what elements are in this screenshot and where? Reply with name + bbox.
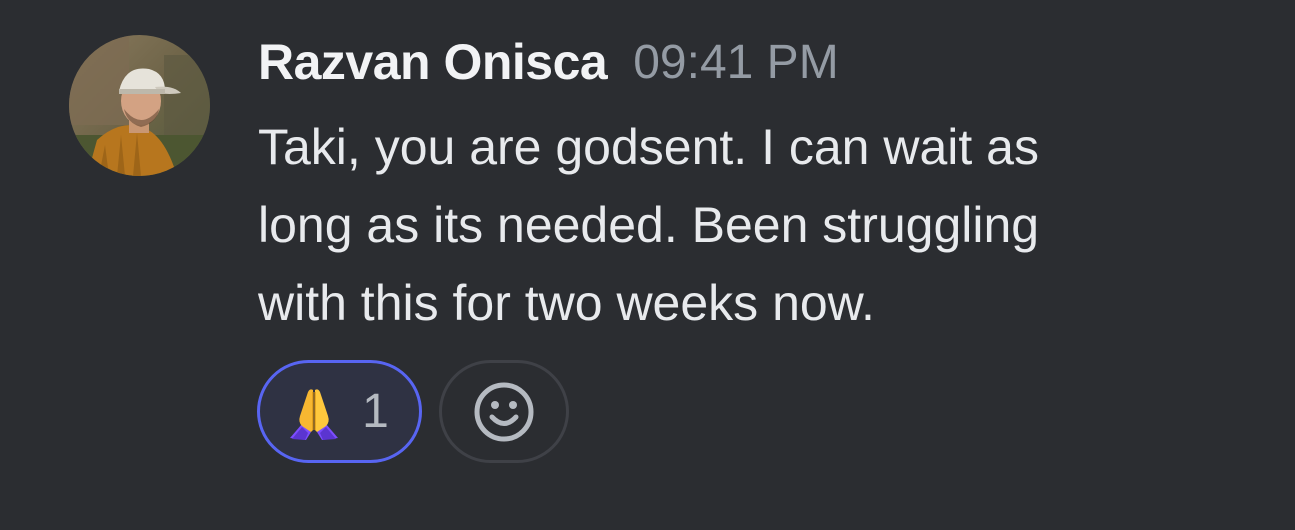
avatar-photo-icon <box>69 35 210 176</box>
reaction-folded-hands[interactable]: 1 <box>257 360 422 463</box>
message-header: Razvan Onisca 09:41 PM <box>258 30 839 94</box>
author-name[interactable]: Razvan Onisca <box>258 33 608 91</box>
reaction-bar: 1 <box>257 360 569 463</box>
message-timestamp: 09:41 PM <box>633 35 839 89</box>
folded-hands-icon <box>284 382 344 442</box>
reaction-count: 1 <box>362 385 389 438</box>
message-text: Taki, you are godsent. I can wait as lon… <box>258 119 1040 331</box>
user-avatar[interactable] <box>69 35 210 176</box>
chat-message: Razvan Onisca 09:41 PM Taki, you are god… <box>0 0 1295 530</box>
add-reaction-button[interactable] <box>439 360 569 463</box>
smiley-face-icon <box>474 382 534 441</box>
